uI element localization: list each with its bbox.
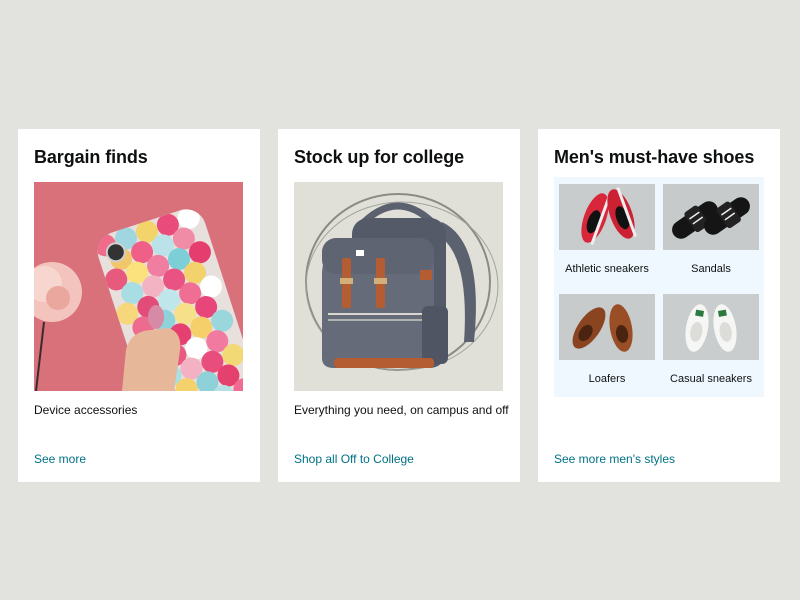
card-title: Men's must-have shoes bbox=[554, 147, 755, 167]
phone-case-image[interactable] bbox=[34, 182, 243, 391]
quad-label: Sandals bbox=[691, 263, 731, 275]
card-title: Bargain finds bbox=[34, 147, 148, 167]
card-bargain-finds: Bargain finds Device accessories See mor… bbox=[18, 129, 260, 482]
shoe-grid: Athletic sneakers Sandals Loafers Casual… bbox=[554, 177, 764, 397]
see-more-link[interactable]: See more bbox=[34, 452, 86, 466]
card-college: Stock up for college Everything you need… bbox=[278, 129, 520, 482]
sandals-image[interactable] bbox=[663, 184, 759, 250]
quad-label: Loafers bbox=[588, 373, 626, 385]
card-title: Stock up for college bbox=[294, 147, 465, 167]
card-caption: Device accessories bbox=[34, 403, 138, 417]
quad-label: Athletic sneakers bbox=[565, 263, 649, 275]
quad-item-athletic-sneakers[interactable]: Athletic sneakers bbox=[559, 184, 655, 275]
athletic-sneakers-image[interactable] bbox=[559, 184, 655, 250]
card-caption: Everything you need, on campus and off bbox=[294, 403, 509, 417]
card-mens-shoes: Men's must-have shoes Athletic sneakers … bbox=[538, 129, 780, 482]
see-more-mens-styles-link[interactable]: See more men's styles bbox=[554, 452, 675, 466]
backpack-image[interactable] bbox=[294, 182, 503, 391]
quad-label: Casual sneakers bbox=[670, 373, 752, 385]
quad-item-sandals[interactable]: Sandals bbox=[663, 184, 759, 275]
casual-sneakers-image[interactable] bbox=[663, 294, 759, 360]
quad-item-casual-sneakers[interactable]: Casual sneakers bbox=[663, 294, 759, 385]
shop-all-off-to-college-link[interactable]: Shop all Off to College bbox=[294, 452, 414, 466]
quad-item-loafers[interactable]: Loafers bbox=[559, 294, 655, 385]
loafers-image[interactable] bbox=[559, 294, 655, 360]
